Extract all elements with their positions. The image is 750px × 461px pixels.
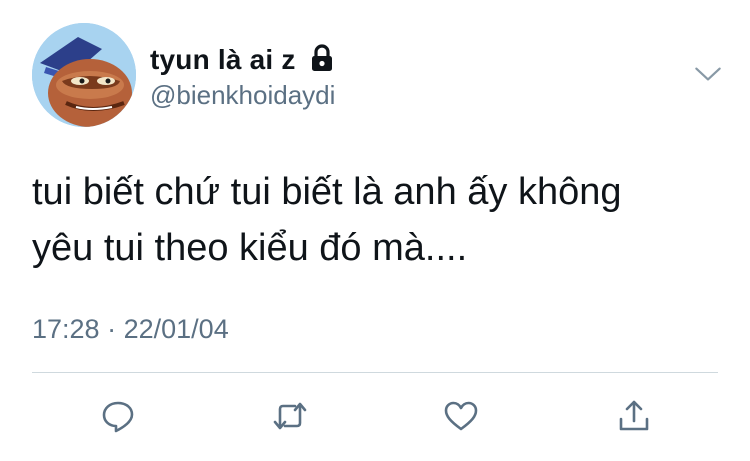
tweet-date: 22/01/04 <box>123 314 229 344</box>
tweet-card: tyun là ai z @bienkhoidaydi tui biết chứ… <box>0 0 750 461</box>
tweet-timestamp[interactable]: 17:28 · 22/01/04 <box>32 314 229 345</box>
tweet-text-line: yêu tui theo kiểu đó mà.... <box>32 227 468 269</box>
like-button[interactable] <box>439 394 483 438</box>
retweet-icon <box>273 402 307 430</box>
display-name[interactable]: tyun là ai z <box>150 44 296 76</box>
retweet-button[interactable] <box>268 394 312 438</box>
reply-button[interactable] <box>96 394 140 438</box>
lock-icon <box>309 44 335 72</box>
heart-icon <box>444 401 478 431</box>
more-options-button[interactable] <box>692 60 724 88</box>
tweet-text-line: tui biết chứ tui biết là anh ấy không <box>32 171 622 213</box>
chevron-down-icon <box>695 67 721 81</box>
avatar[interactable] <box>32 23 136 127</box>
tweet-text: tui biết chứ tui biết là anh ấy không yê… <box>32 164 722 276</box>
timestamp-separator: · <box>107 314 117 344</box>
divider <box>32 372 718 373</box>
reply-icon <box>102 401 134 433</box>
share-icon <box>619 400 649 431</box>
avatar-image <box>32 23 136 127</box>
tweet-time: 17:28 <box>32 314 100 344</box>
user-handle[interactable]: @bienkhoidaydi <box>150 80 335 111</box>
share-button[interactable] <box>612 394 656 438</box>
